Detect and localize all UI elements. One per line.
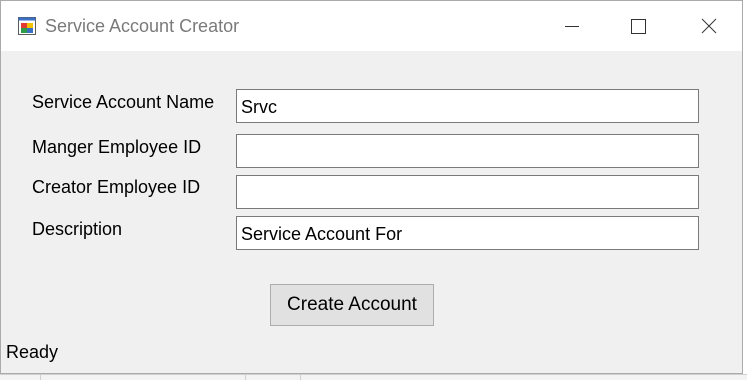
close-icon[interactable] <box>691 9 729 43</box>
creator-employee-id-label: Creator Employee ID <box>32 177 201 197</box>
create-account-button[interactable]: Create Account <box>270 284 434 326</box>
description-label: Description <box>32 219 123 239</box>
winforms-app-icon <box>18 17 36 35</box>
service-account-name-label: Service Account Name <box>32 92 215 112</box>
creator-employee-id-input[interactable] <box>236 175 699 209</box>
background-window-strip <box>0 374 747 380</box>
app-window: Service Account Creator Service Account … <box>0 0 743 374</box>
manager-employee-id-input[interactable] <box>236 134 699 168</box>
status-text: Ready <box>6 342 59 362</box>
maximize-icon[interactable] <box>619 9 657 43</box>
manager-employee-id-label: Manger Employee ID <box>32 137 202 157</box>
background-divider <box>300 375 301 380</box>
window-title: Service Account Creator <box>45 16 240 36</box>
minimize-icon[interactable] <box>553 9 591 43</box>
description-input[interactable] <box>236 216 699 250</box>
background-divider <box>245 375 246 380</box>
background-divider <box>40 375 41 380</box>
service-account-name-input[interactable] <box>236 89 699 123</box>
title-bar[interactable]: Service Account Creator <box>1 1 742 51</box>
